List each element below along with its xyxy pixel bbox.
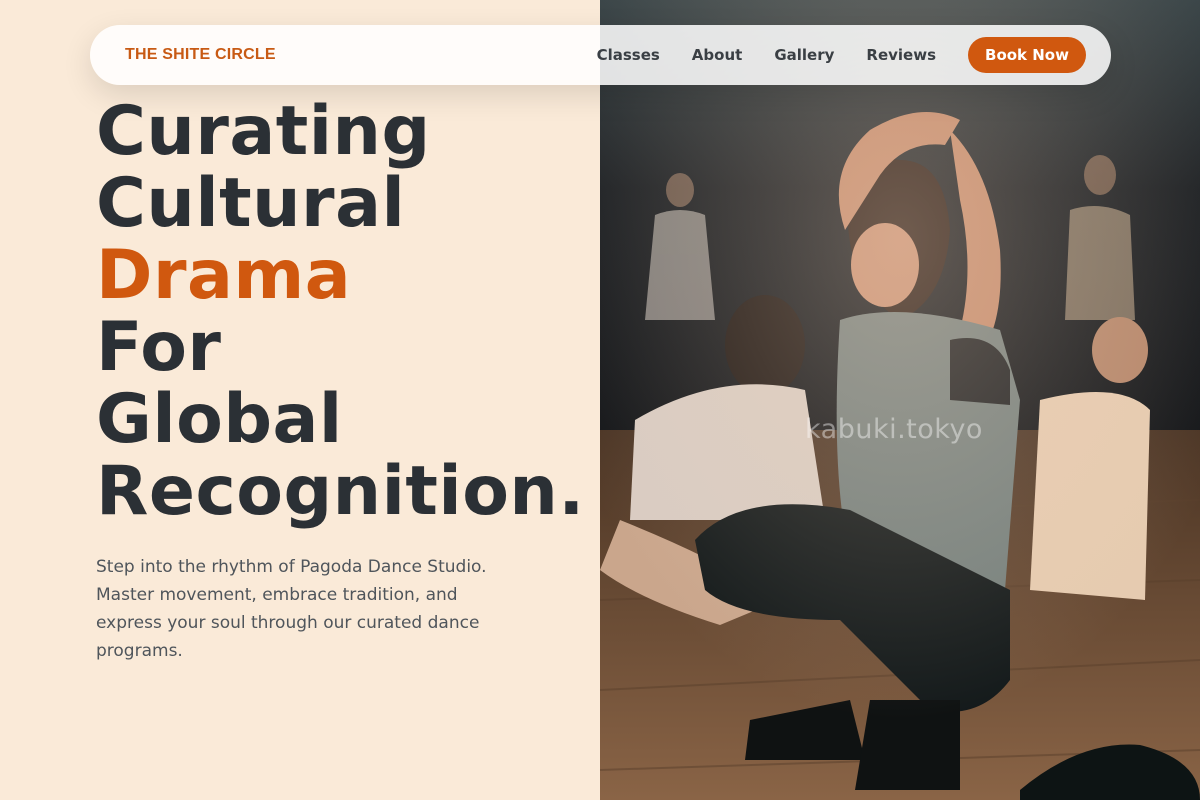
nav-link-about[interactable]: About bbox=[692, 46, 743, 64]
dance-class-illustration bbox=[600, 0, 1200, 800]
top-navigation-bar: THE SHITE CIRCLE Classes About Gallery R… bbox=[90, 25, 1111, 85]
nav-links: Classes About Gallery Reviews Book Now bbox=[597, 37, 1086, 73]
headline-line: Global bbox=[96, 380, 343, 459]
nav-link-classes[interactable]: Classes bbox=[597, 46, 660, 64]
image-watermark: kabuki.tokyo bbox=[805, 414, 983, 445]
headline-line: Cultural bbox=[96, 164, 406, 243]
headline-accent-word: Drama bbox=[96, 236, 352, 315]
hero-headline: Curating Cultural Drama For Global Recog… bbox=[96, 96, 616, 528]
headline-line: Curating bbox=[96, 92, 431, 171]
headline-line: For bbox=[96, 308, 222, 387]
headline-line: Recognition. bbox=[96, 452, 585, 531]
nav-link-gallery[interactable]: Gallery bbox=[774, 46, 834, 64]
brand-logo[interactable]: THE SHITE CIRCLE bbox=[125, 46, 276, 64]
book-now-button[interactable]: Book Now bbox=[968, 37, 1086, 73]
hero-photo: kabuki.tokyo bbox=[600, 0, 1200, 800]
hero-description: Step into the rhythm of Pagoda Dance Stu… bbox=[96, 557, 487, 661]
nav-link-reviews[interactable]: Reviews bbox=[866, 46, 936, 64]
